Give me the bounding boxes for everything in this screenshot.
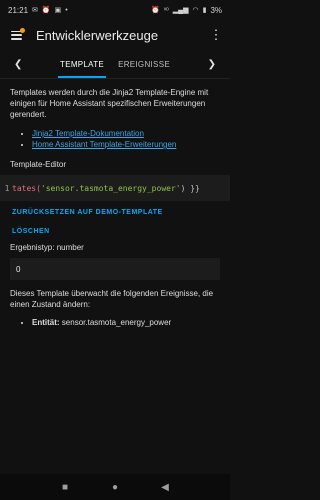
dot-icon: • <box>65 6 68 14</box>
editor-label: Template-Editor <box>10 160 67 169</box>
alarm-icon: ⏰ <box>151 7 160 14</box>
battery-icon: ▮ <box>202 7 207 14</box>
ha-template-ext-link[interactable]: Home Assistant Template-Erweiterungen <box>32 140 176 149</box>
clear-button[interactable]: LÖSCHEN <box>10 221 50 239</box>
jinja2-docs-link[interactable]: Jinja2 Template-Dokumentation <box>32 129 144 138</box>
volte-icon: ᵛᵒ <box>163 6 169 14</box>
chevron-left-icon[interactable]: ❮ <box>14 50 22 78</box>
gallery-icon: ▣ <box>54 7 62 14</box>
page-title: Entwicklerwerkzeuge <box>36 27 159 43</box>
app-bar: Entwicklerwerkzeuge ⋮ <box>0 20 230 50</box>
back-icon[interactable]: ◀ <box>155 482 175 493</box>
docs-links: Jinja2 Template-Dokumentation Home Assis… <box>10 128 220 150</box>
monitoring-text: Dieses Template überwacht die folgenden … <box>10 289 214 309</box>
tab-template[interactable]: TEMPLATE <box>58 50 107 78</box>
recents-icon[interactable]: ■ <box>55 482 75 493</box>
tab-events[interactable]: EREIGNISSE <box>118 50 170 78</box>
system-nav-bar: ■ ● ◀ <box>0 474 230 500</box>
reset-demo-button[interactable]: ZURÜCKSETZEN AUF DEMO-TEMPLATE <box>10 202 163 220</box>
code-string: 'sensor.tasmota_energy_power' <box>40 183 181 193</box>
main-content: Templates werden durch die Jinja2 Templa… <box>0 79 230 327</box>
result-type: Ergebnistyp: number <box>10 243 84 252</box>
list-item: Home Assistant Template-Erweiterungen <box>32 139 220 150</box>
signal-icon: ▂▄▆ <box>172 7 189 14</box>
home-icon[interactable]: ● <box>105 482 125 493</box>
entity-label: Entität: <box>32 318 60 327</box>
entity-value: sensor.tasmota_energy_power <box>61 318 172 327</box>
template-editor[interactable]: 1 tates('sensor.tasmota_energy_power') }} <box>0 175 230 201</box>
entity-list: Entität: sensor.tasmota_energy_power <box>10 318 220 327</box>
tab-bar: ❮ TEMPLATE EREIGNISSE ❯ <box>0 50 230 79</box>
status-bar: 21:21 ✉ ⏰ ▣ • ⏰ ᵛᵒ ▂▄▆ ◠ ▮ 3% <box>0 0 230 20</box>
wifi-icon: ◠ <box>192 7 199 14</box>
result-output: 0 <box>10 258 220 280</box>
mail-icon: ✉ <box>32 7 38 14</box>
list-item: Entität: sensor.tasmota_energy_power <box>32 318 220 327</box>
notification-dot <box>20 28 25 33</box>
intro-text: Templates werden durch die Jinja2 Templa… <box>10 88 209 119</box>
code-closing: ) }} <box>180 183 200 193</box>
menu-button[interactable] <box>6 25 26 45</box>
battery-level: 3% <box>210 5 222 15</box>
more-options-icon[interactable]: ⋮ <box>208 27 224 43</box>
result-value: 0 <box>16 264 21 274</box>
clock: 21:21 <box>8 5 29 15</box>
list-item: Jinja2 Template-Dokumentation <box>32 128 220 139</box>
alarm-icon: ⏰ <box>41 7 51 14</box>
code-function: tates( <box>12 183 41 193</box>
line-number: 1 <box>4 183 10 193</box>
chevron-right-icon[interactable]: ❯ <box>208 50 216 78</box>
